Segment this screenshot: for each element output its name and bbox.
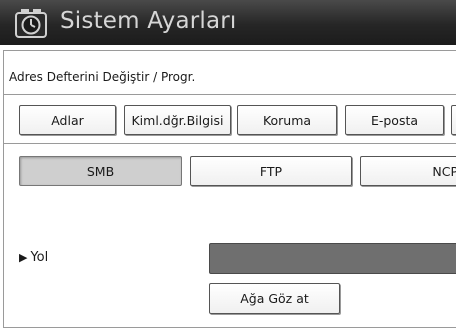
protocol-ncp-button[interactable]: NCP (360, 156, 456, 186)
divider (4, 143, 456, 144)
tab-email[interactable]: E-posta (345, 105, 444, 135)
arrow-right-icon: ▶ (19, 251, 28, 264)
breadcrumb: Adres Defterini Değiştir / Progr. (9, 70, 196, 84)
divider (4, 94, 456, 95)
path-label-text: Yol (30, 250, 49, 265)
tab-auth-info[interactable]: Kiml.dğr.Bilgisi (124, 105, 231, 135)
path-label: ▶ Yol (19, 250, 48, 265)
browse-network-button[interactable]: Ağa Göz at (209, 283, 340, 314)
settings-clock-icon (15, 9, 47, 38)
protocol-ftp-button[interactable]: FTP (190, 156, 352, 186)
tab-more[interactable] (451, 105, 456, 135)
path-input[interactable] (209, 243, 456, 274)
protocol-smb-button[interactable]: SMB (19, 156, 182, 186)
window-title: Sistem Ayarları (60, 8, 237, 34)
tab-adlar[interactable]: Adlar (19, 105, 116, 135)
tab-protection[interactable]: Koruma (237, 105, 337, 135)
title-bar: Sistem Ayarları (0, 0, 456, 45)
